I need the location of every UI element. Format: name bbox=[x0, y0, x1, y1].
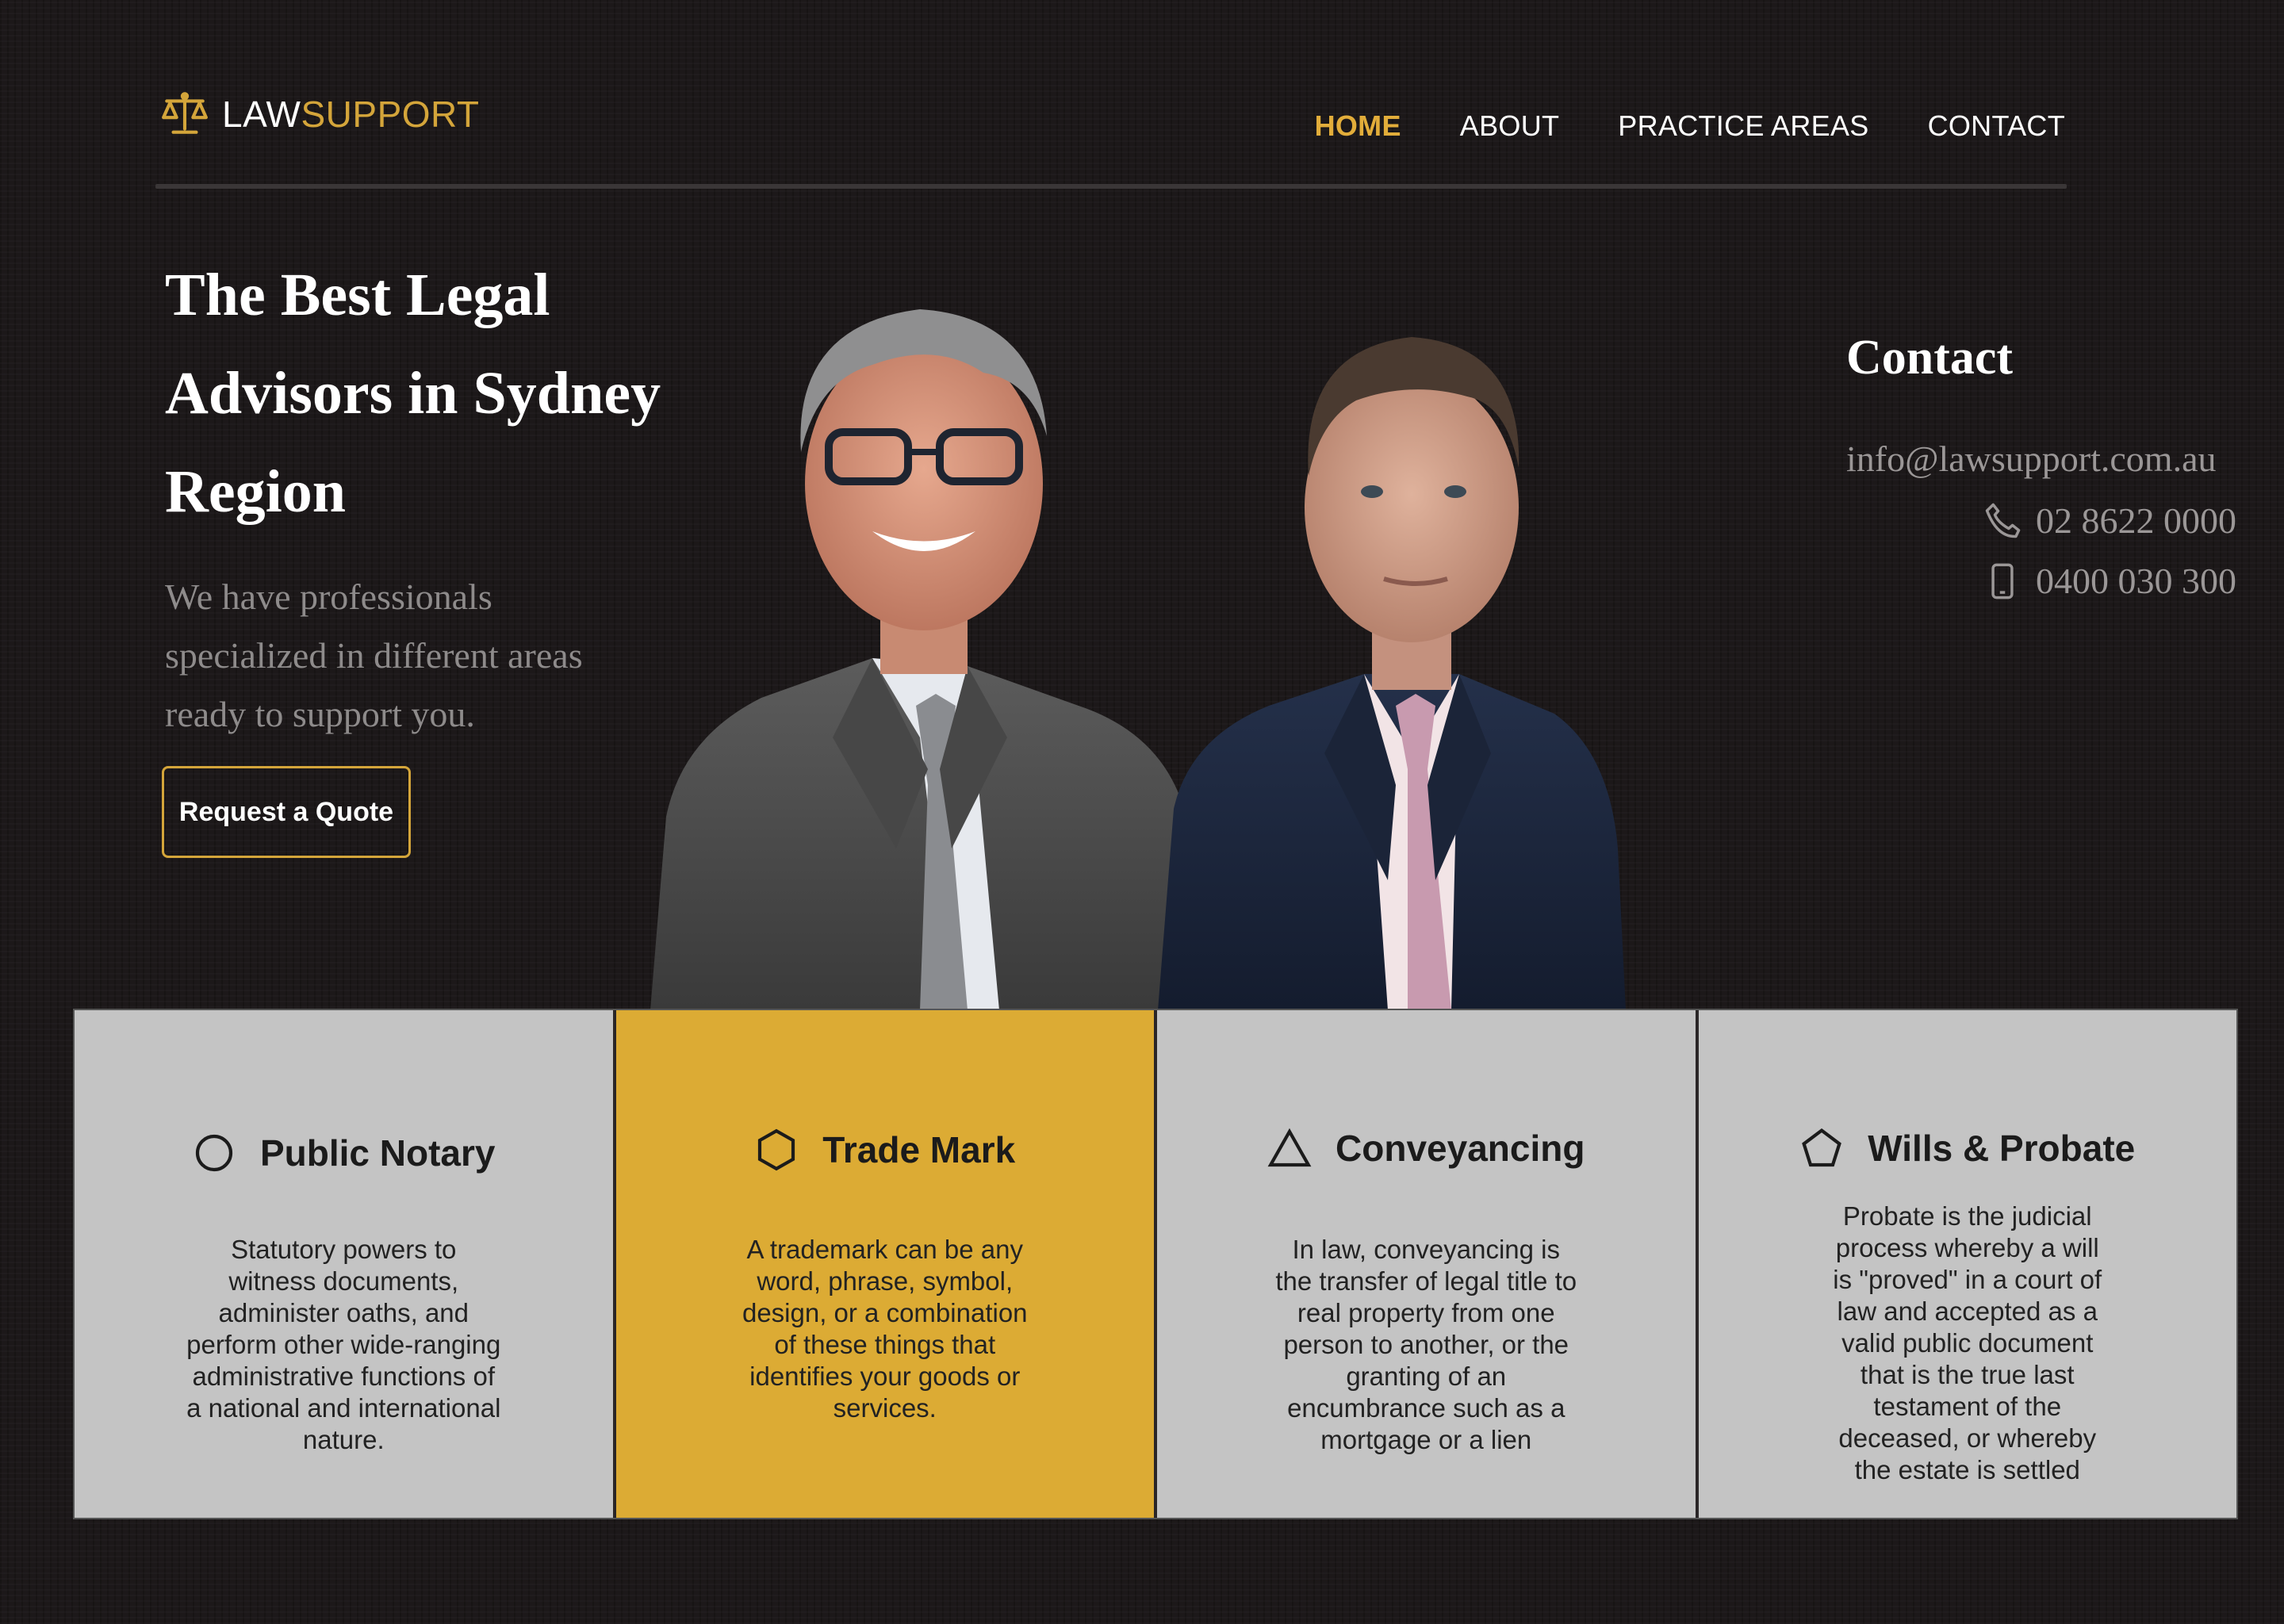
brand-logo[interactable]: LAWSUPPORT bbox=[160, 82, 480, 146]
service-title: Trade Mark bbox=[822, 1129, 1016, 1170]
phone-icon bbox=[1985, 503, 2021, 538]
scales-icon bbox=[162, 92, 208, 134]
service-title: Wills & Probate bbox=[1868, 1128, 2136, 1169]
contact-mobile[interactable]: 0400 030 300 bbox=[1982, 560, 2236, 602]
service-card-wills-probate[interactable]: Wills & Probate Probate is the judicial … bbox=[1698, 1010, 2236, 1518]
contact-title: Contact bbox=[1846, 331, 2014, 385]
service-card-conveyancing[interactable]: Conveyancing In law, conveyancing is the… bbox=[1157, 1010, 1699, 1518]
service-card-trade-mark[interactable]: Trade Mark A trademark can be any word, … bbox=[615, 1010, 1157, 1518]
brand-name-part2: SUPPORT bbox=[301, 94, 480, 135]
contact-mobile-text: 0400 030 300 bbox=[2036, 561, 2236, 601]
hexagon-icon bbox=[758, 1128, 795, 1171]
nav-home[interactable]: HOME bbox=[1315, 109, 1401, 143]
service-card-public-notary[interactable]: Public Notary Statutory powers to witnes… bbox=[75, 1010, 616, 1518]
service-description: In law, conveyancing is the transfer of … bbox=[1275, 1235, 1577, 1454]
nav-contact[interactable]: CONTACT bbox=[1928, 109, 2065, 143]
services-section: Public Notary Statutory powers to witnes… bbox=[73, 1009, 2238, 1519]
mobile-icon bbox=[1991, 563, 2014, 599]
nav-practice-areas[interactable]: PRACTICE AREAS bbox=[1618, 109, 1868, 143]
brand-name: LAWSUPPORT bbox=[222, 93, 480, 136]
circle-icon bbox=[195, 1134, 233, 1172]
service-description: A trademark can be any word, phrase, sym… bbox=[742, 1235, 1028, 1423]
service-title: Public Notary bbox=[259, 1132, 496, 1174]
service-description: Statutory powers to witness documents, a… bbox=[186, 1235, 501, 1454]
lawyers-photo bbox=[650, 309, 1626, 1010]
request-quote-button[interactable]: Request a Quote bbox=[162, 766, 411, 858]
contact-email-text: info@lawsupport.com.au bbox=[1846, 439, 2217, 479]
contact-phone[interactable]: 02 8622 0000 bbox=[1982, 500, 2236, 542]
nav-divider bbox=[155, 184, 2067, 189]
pentagon-icon bbox=[1802, 1128, 1842, 1167]
hero-subtitle: We have professionals specialized in dif… bbox=[165, 576, 583, 734]
main-nav: HOME ABOUT PRACTICE AREAS CONTACT bbox=[1256, 109, 2065, 143]
triangle-icon bbox=[1267, 1128, 1312, 1167]
contact-phone-text: 02 8622 0000 bbox=[2036, 500, 2236, 541]
service-title: Conveyancing bbox=[1336, 1128, 1585, 1169]
contact-email[interactable]: info@lawsupport.com.au bbox=[1846, 438, 2217, 480]
nav-about[interactable]: ABOUT bbox=[1460, 109, 1560, 143]
brand-name-part1: LAW bbox=[222, 94, 301, 135]
service-description: Probate is the judicial process whereby … bbox=[1833, 1201, 2102, 1484]
